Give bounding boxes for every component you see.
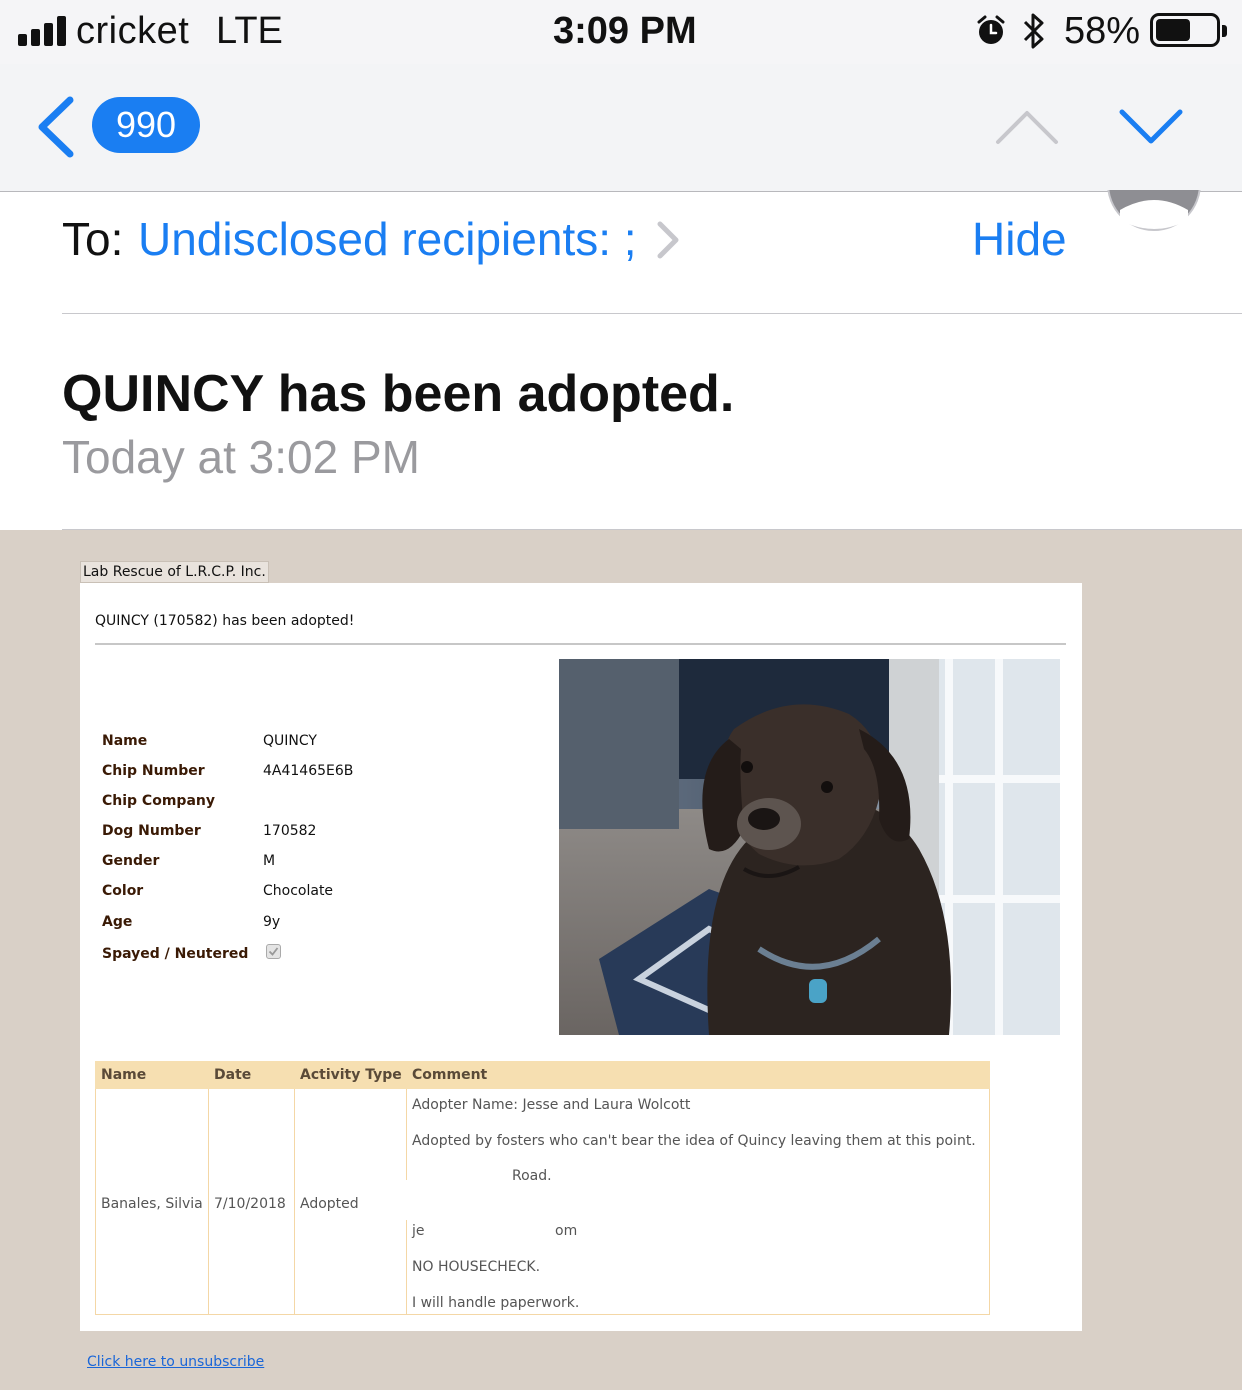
cell-date: 7/10/2018: [214, 1196, 286, 1212]
field-label-gender: Gender: [102, 853, 160, 869]
field-label-chip-company: Chip Company: [102, 793, 215, 809]
adoption-notice: QUINCY (170582) has been adopted!: [95, 613, 355, 629]
organization-name: Lab Rescue of L.R.C.P. Inc.: [80, 561, 269, 583]
column-header-comment: Comment: [412, 1067, 488, 1083]
hide-details-button[interactable]: Hide: [972, 212, 1067, 266]
column-header-name: Name: [101, 1067, 147, 1083]
comment-line: NO HOUSECHECK.: [412, 1259, 541, 1275]
field-value-dog-number: 170582: [263, 823, 317, 839]
redacted-area: [406, 1180, 989, 1220]
status-bar: cricket LTE 3:09 PM 58%: [0, 0, 1242, 64]
dog-photo: [559, 659, 1060, 1035]
carrier-name: cricket: [76, 10, 190, 52]
sender-avatar[interactable]: [1106, 190, 1202, 232]
column-header-date: Date: [214, 1067, 252, 1083]
field-value-name: QUINCY: [263, 733, 317, 749]
field-value-chip-number: 4A41465E6B: [263, 763, 354, 779]
comment-line: Adopter Name: Jesse and Laura Wolcott: [412, 1097, 691, 1113]
bluetooth-icon: [1023, 13, 1044, 49]
back-unread-count-badge[interactable]: 990: [92, 97, 200, 153]
network-type: LTE: [216, 10, 283, 52]
field-label-age: Age: [102, 914, 133, 930]
battery-icon: [1150, 13, 1227, 47]
header-divider: [62, 313, 1242, 314]
alarm-icon: [977, 15, 1005, 44]
battery-percentage: 58%: [1064, 10, 1141, 52]
field-value-gender: M: [263, 853, 276, 869]
field-value-color: Chocolate: [263, 883, 334, 899]
checkmark-icon: [268, 947, 279, 956]
field-label-name: Name: [102, 733, 148, 749]
email-datetime: Today at 3:02 PM: [62, 431, 420, 483]
spayed-neutered-checkbox: [266, 944, 281, 959]
recipients-link[interactable]: Undisclosed recipients: ;: [138, 212, 637, 266]
to-label: To:: [62, 213, 124, 265]
field-label-color: Color: [102, 883, 144, 899]
comment-line: I will handle paperwork.: [412, 1295, 580, 1311]
comment-line-partial: om: [555, 1223, 578, 1239]
field-value-age: 9y: [263, 914, 281, 930]
comment-line: Adopted by fosters who can't bear the id…: [412, 1133, 976, 1149]
email-subject: QUINCY has been adopted.: [62, 365, 735, 423]
previous-message-arrow-icon[interactable]: [994, 108, 1060, 146]
field-label-chip-number: Chip Number: [102, 763, 205, 779]
column-divider: [294, 1089, 295, 1315]
back-chevron-icon[interactable]: [34, 96, 78, 158]
unsubscribe-link[interactable]: Click here to unsubscribe: [87, 1354, 264, 1370]
column-header-activity-type: Activity Type: [300, 1067, 402, 1083]
field-label-dog-number: Dog Number: [102, 823, 201, 839]
next-message-arrow-icon[interactable]: [1118, 106, 1184, 146]
chevron-right-icon[interactable]: [655, 220, 681, 260]
cell-activity-type: Adopted: [300, 1196, 359, 1212]
signal-strength-icon: [18, 16, 68, 46]
status-time: 3:09 PM: [553, 10, 697, 52]
notice-divider: [95, 643, 1066, 645]
column-divider: [208, 1089, 209, 1315]
field-label-spayed-neutered: Spayed / Neutered: [102, 946, 249, 962]
cell-name: Banales, Silvia: [101, 1196, 203, 1212]
comment-line-partial: je: [412, 1223, 425, 1239]
